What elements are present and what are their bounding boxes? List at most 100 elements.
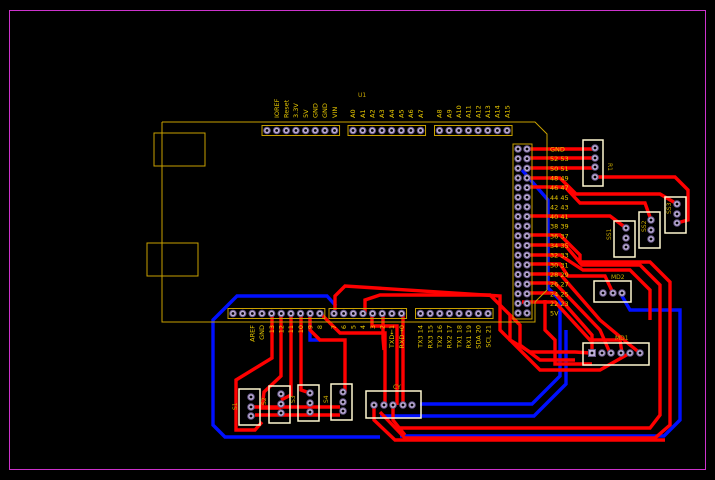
pin-label: 52 53 bbox=[550, 155, 569, 163]
drill-hole bbox=[486, 312, 490, 315]
drill-hole bbox=[525, 195, 529, 199]
drill-hole bbox=[380, 312, 384, 315]
pin-label: 13 bbox=[268, 325, 276, 333]
drill-hole bbox=[447, 129, 451, 132]
ss3-label: SS3 bbox=[666, 202, 673, 214]
pin-label: 44 45 bbox=[550, 194, 569, 202]
md1-label: MD1 bbox=[615, 335, 629, 342]
pin-label: 10 bbox=[297, 325, 305, 333]
pin-label: 4 bbox=[359, 325, 367, 329]
drill-hole bbox=[371, 312, 374, 315]
drill-hole bbox=[279, 392, 283, 396]
header-analog-high bbox=[434, 125, 513, 136]
drill-hole bbox=[250, 312, 254, 315]
r1-label: R1 bbox=[606, 163, 613, 171]
drill-hole bbox=[675, 212, 679, 216]
drill-hole bbox=[496, 129, 499, 132]
drill-hole bbox=[332, 312, 336, 315]
drill-hole bbox=[593, 156, 597, 160]
drill-hole bbox=[279, 312, 283, 315]
drill-hole bbox=[457, 129, 461, 132]
pin-label: 26 27 bbox=[550, 281, 569, 289]
drill-hole bbox=[249, 405, 253, 409]
drill-hole bbox=[516, 186, 520, 190]
drill-hole bbox=[391, 403, 395, 407]
drill-hole bbox=[438, 129, 441, 132]
pin-label: SDA 20 bbox=[475, 325, 483, 349]
drill-hole bbox=[593, 175, 597, 179]
drill-hole bbox=[516, 253, 520, 257]
pcb-canvas[interactable]: U1 IOREF Reset 3.3V 5V GND GND VIN A0 A1 A2 A3 A4 A5… bbox=[0, 0, 715, 480]
arduino-headers bbox=[227, 125, 533, 320]
component-ss1[interactable]: SS1 bbox=[606, 220, 636, 258]
drill-hole bbox=[249, 414, 253, 418]
pin-label: A11 bbox=[465, 105, 473, 118]
drill-hole bbox=[624, 226, 628, 230]
drill-hole bbox=[289, 312, 293, 315]
pin-label: A10 bbox=[455, 105, 463, 118]
pin-label: A6 bbox=[407, 109, 415, 118]
drill-hole bbox=[399, 129, 403, 132]
cy-label: CY bbox=[393, 384, 401, 391]
drill-hole bbox=[265, 129, 269, 132]
drill-hole bbox=[308, 410, 312, 414]
drill-hole bbox=[323, 129, 327, 132]
pin-label: A15 bbox=[503, 105, 511, 118]
drill-hole bbox=[279, 411, 283, 415]
drill-hole bbox=[525, 253, 529, 257]
drill-hole bbox=[525, 176, 529, 180]
drill-hole bbox=[525, 147, 529, 151]
drill-hole bbox=[448, 312, 451, 315]
drill-hole bbox=[624, 236, 628, 240]
drill-hole bbox=[525, 205, 529, 209]
drill-hole bbox=[308, 391, 312, 395]
drill-hole bbox=[525, 302, 529, 305]
drill-hole bbox=[525, 311, 529, 315]
pin-label: A9 bbox=[445, 109, 453, 118]
drill-hole bbox=[438, 312, 442, 315]
pin-label: RX3 15 bbox=[426, 325, 434, 348]
pin-label: 5V bbox=[550, 310, 559, 318]
pin-label: IOREF bbox=[273, 98, 281, 118]
drill-hole bbox=[525, 292, 529, 296]
pin-label: A8 bbox=[436, 109, 444, 118]
drill-hole bbox=[525, 263, 529, 267]
s1-label: S1 bbox=[232, 402, 239, 410]
drill-hole bbox=[525, 244, 529, 247]
pin-label: 6 bbox=[340, 325, 348, 329]
drill-hole bbox=[382, 403, 386, 407]
drill-hole bbox=[308, 401, 312, 405]
drill-hole bbox=[600, 351, 604, 355]
drill-hole bbox=[609, 351, 613, 355]
pin-label: 46 47 bbox=[550, 184, 569, 192]
drill-hole bbox=[525, 282, 529, 286]
pin-label: A13 bbox=[484, 105, 492, 118]
drill-hole bbox=[390, 129, 393, 132]
drill-hole bbox=[590, 351, 594, 355]
drill-hole bbox=[467, 129, 470, 132]
drill-hole bbox=[516, 302, 520, 305]
drill-hole bbox=[249, 395, 253, 399]
drill-hole bbox=[516, 234, 520, 238]
pin-label: 28 29 bbox=[550, 271, 569, 279]
drill-hole bbox=[275, 129, 279, 132]
drill-hole bbox=[341, 390, 345, 394]
drill-hole bbox=[260, 312, 264, 315]
pin-label: 22 23 bbox=[550, 300, 569, 308]
drill-hole bbox=[516, 244, 520, 247]
pin-label: 12 bbox=[277, 325, 285, 333]
drill-hole bbox=[486, 129, 490, 132]
drill-hole bbox=[516, 311, 520, 315]
pin-label: 42 43 bbox=[550, 203, 569, 211]
drill-hole bbox=[313, 129, 317, 132]
drill-hole bbox=[516, 282, 520, 286]
pin-label: 34 35 bbox=[550, 242, 569, 250]
drill-hole bbox=[593, 165, 597, 169]
drill-hole bbox=[419, 129, 422, 132]
pin-label: 38 39 bbox=[550, 223, 569, 231]
drill-hole bbox=[294, 129, 298, 132]
drill-hole bbox=[351, 129, 355, 132]
drill-hole bbox=[380, 129, 384, 132]
pin-label: 3.3V bbox=[292, 103, 300, 118]
drill-hole bbox=[525, 186, 529, 190]
